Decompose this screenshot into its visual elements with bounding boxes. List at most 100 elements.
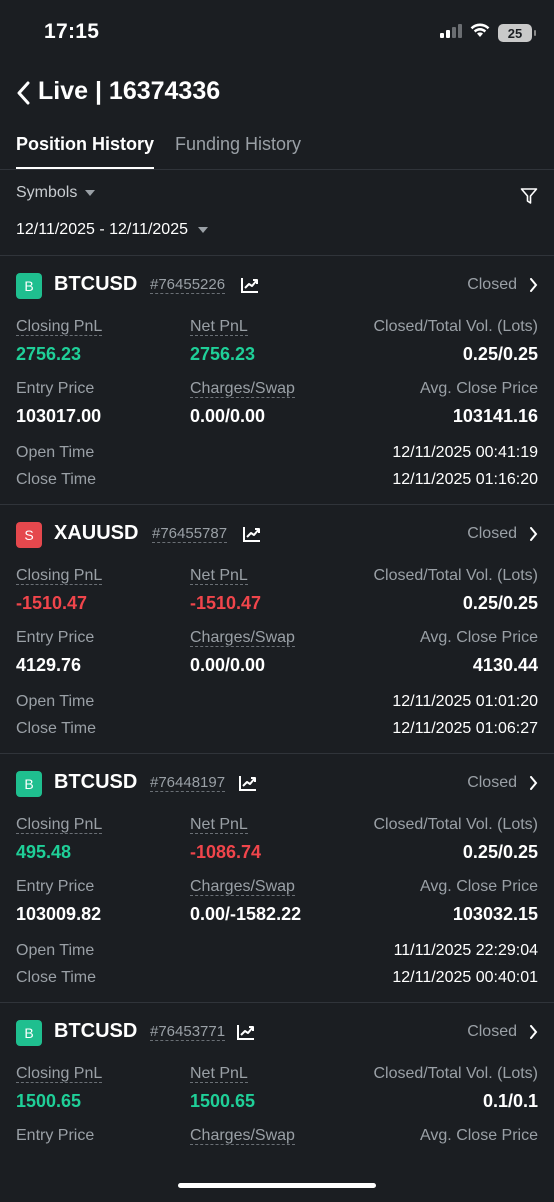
net-pnl-value: -1510.47 xyxy=(190,593,262,613)
volume-label: Closed/Total Vol. (Lots) xyxy=(373,318,538,335)
entry-price-value: 4129.76 xyxy=(16,655,82,675)
avg-close-price-label: Avg. Close Price xyxy=(420,878,538,895)
tab-position-history[interactable]: Position History xyxy=(16,134,155,169)
status-bar: 17:15 25 xyxy=(0,0,554,64)
net-pnl-value: 2756.23 xyxy=(190,344,256,364)
closing-pnl-label[interactable]: Closing PnL xyxy=(16,816,103,834)
symbol-label: BTCUSD xyxy=(54,1020,138,1042)
filter-row: Symbols xyxy=(16,184,538,210)
order-id[interactable]: #76455787 xyxy=(152,526,228,543)
side-badge: S xyxy=(16,522,42,548)
status-link[interactable]: Closed xyxy=(467,525,538,543)
avg-close-price-value: 4130.44 xyxy=(472,655,538,675)
battery-icon: 25 xyxy=(498,24,536,42)
side-badge: B xyxy=(16,1020,42,1046)
side-badge: B xyxy=(16,771,42,797)
charges-swap-label[interactable]: Charges/Swap xyxy=(190,1127,295,1145)
avg-close-price-value: 103032.15 xyxy=(452,904,538,924)
chart-trend-icon[interactable] xyxy=(242,525,262,548)
chart-trend-icon[interactable] xyxy=(236,1023,256,1046)
position-card[interactable]: S XAUUSD #76455787 Closed Closing PnL Ne… xyxy=(0,504,554,753)
position-card-header: B BTCUSD #76453771 Closed xyxy=(16,1019,538,1047)
entry-price-value: 103017.00 xyxy=(16,406,102,426)
position-card[interactable]: B BTCUSD #76453771 Closed Closing PnL Ne… xyxy=(0,1002,554,1202)
charges-swap-label[interactable]: Charges/Swap xyxy=(190,878,295,896)
entry-price-value: 103009.82 xyxy=(16,904,102,924)
position-card-header: S XAUUSD #76455787 Closed xyxy=(16,521,538,549)
position-card[interactable]: B BTCUSD #76455226 Closed Closing PnL Ne… xyxy=(0,255,554,504)
chevron-right-icon xyxy=(530,278,538,292)
charges-swap-label[interactable]: Charges/Swap xyxy=(190,380,295,398)
page-title: Live | 16374336 xyxy=(38,77,221,105)
status-link[interactable]: Closed xyxy=(467,276,538,294)
signal-icon xyxy=(440,23,462,43)
net-pnl-label[interactable]: Net PnL xyxy=(190,816,248,834)
chart-trend-icon[interactable] xyxy=(240,276,260,299)
closing-pnl-value: 2756.23 xyxy=(16,344,82,364)
close-time-label: Close Time xyxy=(16,471,97,488)
volume-value: 0.1/0.1 xyxy=(482,1091,538,1111)
status-label: Closed xyxy=(467,276,517,293)
charges-swap-label[interactable]: Charges/Swap xyxy=(190,629,295,647)
volume-value: 0.25/0.25 xyxy=(462,593,538,613)
date-range-dropdown[interactable]: 12/11/2025 - 12/11/2025 xyxy=(16,221,208,239)
status-link[interactable]: Closed xyxy=(467,774,538,792)
volume-value: 0.25/0.25 xyxy=(462,344,538,364)
wifi-icon xyxy=(470,23,490,43)
closing-pnl-label[interactable]: Closing PnL xyxy=(16,567,103,585)
caret-down-icon xyxy=(198,227,208,233)
volume-label: Closed/Total Vol. (Lots) xyxy=(373,1065,538,1082)
open-time-value: 12/11/2025 00:41:19 xyxy=(392,444,538,461)
open-time-value: 12/11/2025 01:01:20 xyxy=(392,693,538,710)
close-time-value: 12/11/2025 01:16:20 xyxy=(392,471,538,488)
status-label: Closed xyxy=(467,774,517,791)
entry-price-label: Entry Price xyxy=(16,380,95,397)
charges-swap-value: 0.00/0.00 xyxy=(190,655,266,675)
chart-trend-icon[interactable] xyxy=(238,774,258,797)
close-time-label: Close Time xyxy=(16,969,97,986)
symbols-dropdown[interactable]: Symbols xyxy=(16,184,538,202)
home-indicator[interactable] xyxy=(178,1183,376,1188)
close-time-value: 12/11/2025 00:40:01 xyxy=(392,969,538,986)
position-card[interactable]: B BTCUSD #76448197 Closed Closing PnL Ne… xyxy=(0,753,554,1002)
open-time-label: Open Time xyxy=(16,693,95,710)
symbol-label: XAUUSD xyxy=(54,522,139,544)
closing-pnl-value: -1510.47 xyxy=(16,593,88,613)
net-pnl-value: -1086.74 xyxy=(190,842,262,862)
net-pnl-label[interactable]: Net PnL xyxy=(190,567,248,585)
avg-close-price-value: 103141.16 xyxy=(452,406,538,426)
position-list: B BTCUSD #76455226 Closed Closing PnL Ne… xyxy=(0,255,554,1202)
closing-pnl-label[interactable]: Closing PnL xyxy=(16,318,103,336)
open-time-label: Open Time xyxy=(16,444,95,461)
caret-down-icon xyxy=(85,190,96,196)
order-id[interactable]: #76448197 xyxy=(150,775,226,792)
closing-pnl-value: 495.48 xyxy=(16,842,72,862)
closing-pnl-label[interactable]: Closing PnL xyxy=(16,1065,103,1083)
close-time-value: 12/11/2025 01:06:27 xyxy=(392,720,538,737)
net-pnl-label[interactable]: Net PnL xyxy=(190,318,248,336)
net-pnl-value: 1500.65 xyxy=(190,1091,256,1111)
entry-price-label: Entry Price xyxy=(16,629,95,646)
close-time-label: Close Time xyxy=(16,720,97,737)
chevron-left-icon xyxy=(17,81,30,105)
back-button[interactable] xyxy=(12,78,34,108)
entry-price-label: Entry Price xyxy=(16,878,95,895)
status-link[interactable]: Closed xyxy=(467,1023,538,1041)
filter-icon[interactable] xyxy=(520,187,538,210)
status-label: Closed xyxy=(467,525,517,542)
order-id[interactable]: #76453771 xyxy=(150,1024,226,1041)
avg-close-price-label: Avg. Close Price xyxy=(420,629,538,646)
status-time: 17:15 xyxy=(44,20,100,43)
order-id[interactable]: #76455226 xyxy=(150,277,226,294)
closing-pnl-value: 1500.65 xyxy=(16,1091,82,1111)
net-pnl-label[interactable]: Net PnL xyxy=(190,1065,248,1083)
position-card-header: B BTCUSD #76455226 Closed xyxy=(16,272,538,300)
symbol-label: BTCUSD xyxy=(54,273,138,295)
volume-value: 0.25/0.25 xyxy=(462,842,538,862)
tab-funding-history[interactable]: Funding History xyxy=(175,134,301,168)
symbol-label: BTCUSD xyxy=(54,771,138,793)
date-range-label: 12/11/2025 - 12/11/2025 xyxy=(16,221,188,238)
status-label: Closed xyxy=(467,1023,517,1040)
open-time-label: Open Time xyxy=(16,942,95,959)
chevron-right-icon xyxy=(530,527,538,541)
